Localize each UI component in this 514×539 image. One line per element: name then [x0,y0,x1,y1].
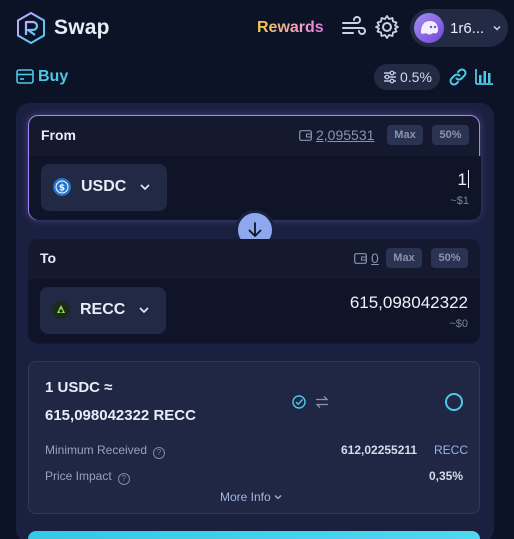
help-icon[interactable]: ? [117,473,130,485]
arrow-down-icon [248,222,262,237]
ghost-avatar-icon [414,13,444,43]
bar-chart-icon[interactable] [474,66,494,86]
min-received-value: 612,02255211 [341,443,418,457]
price-impact-value: 0,35% [429,469,464,483]
to-usd-value: ~$0 [449,318,468,330]
from-half-button[interactable]: 50% [432,125,469,145]
wallet-address: 1r6... [450,20,485,37]
price-impact-label: Price Impact? [45,469,130,485]
chevron-down-icon [493,25,501,31]
to-amount-value: 615,098042322 [349,293,468,312]
svg-text:$: $ [59,184,65,194]
from-amount-input[interactable]: 1 [458,170,469,190]
slippage-value: 0.5% [400,69,432,85]
to-token-name: RECC [80,301,126,318]
wind-icon[interactable] [341,16,367,40]
swap-button[interactable] [28,531,480,539]
from-token-name: USDC [81,178,127,195]
buy-label: Buy [38,68,69,85]
more-info-toggle[interactable]: More Info [220,490,282,504]
min-received-label: Minimum Received? [45,443,166,459]
min-received-unit: RECC [434,443,469,457]
from-balance-value: 2,095531 [316,127,375,143]
to-token-select[interactable]: RECC [40,287,166,334]
to-label: To [40,250,57,266]
text-cursor [468,170,469,188]
recc-token-icon [52,301,70,319]
wallet-icon [299,130,312,141]
exchange-rate-line2: 615,098042322 RECC [45,407,196,424]
swap-card: From 2,095531 Max 50% $ USDC 1 ~$1 To 0 … [16,103,494,539]
wallet-icon [354,253,367,264]
chevron-down-icon [140,184,150,191]
to-panel: To 0 Max 50% RECC 615,098042322 ~$0 [28,239,480,344]
chevron-down-icon [139,307,149,314]
verified-check-icon [292,395,306,409]
header: Swap Rewards 1r6... [0,0,514,56]
to-token-row: RECC 615,098042322 ~$0 [28,279,480,343]
chevron-down-icon [274,495,282,500]
to-half-button[interactable]: 50% [431,248,468,268]
to-balance-value: 0 [371,250,379,266]
route-info-panel: 1 USDC ≈ 615,098042322 RECC Minimum Rece… [28,361,480,514]
to-max-button[interactable]: Max [386,248,422,268]
from-max-button[interactable]: Max [387,125,423,145]
rewards-link[interactable]: Rewards [257,19,324,37]
raydium-logo-icon[interactable] [15,12,47,44]
gear-icon[interactable] [374,14,400,40]
from-token-select[interactable]: $ USDC [41,164,167,211]
usdc-token-icon: $ [53,178,71,196]
swap-rate-icon[interactable] [315,395,329,409]
link-icon[interactable] [448,67,468,87]
wallet-button[interactable]: 1r6... [410,9,508,47]
sliders-icon [384,70,396,84]
credit-card-icon [16,69,34,84]
exchange-rate-line1: 1 USDC ≈ [45,379,113,396]
from-label: From [41,127,76,143]
refresh-timer-icon[interactable] [445,393,463,411]
from-usd-value: ~$1 [450,195,469,207]
brand-title: Swap [54,16,110,39]
help-icon[interactable]: ? [153,447,166,459]
slippage-button[interactable]: 0.5% [374,64,440,90]
from-panel: From 2,095531 Max 50% $ USDC 1 ~$1 [28,115,481,220]
